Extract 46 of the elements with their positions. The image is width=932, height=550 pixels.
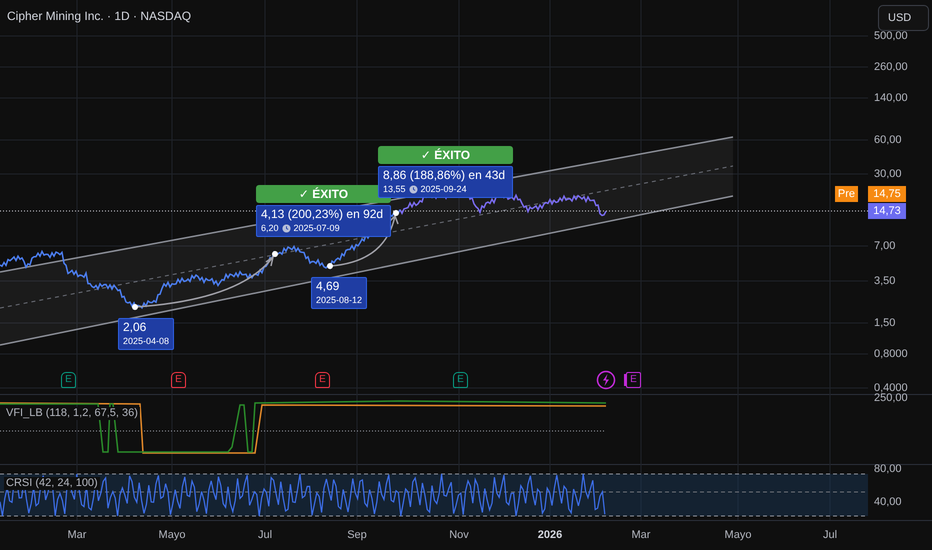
pivot-point: [393, 210, 399, 216]
indicator-axis-label: 250,00: [874, 392, 908, 405]
success-badge: ✓ ÉXITO: [378, 146, 513, 164]
time-axis-label: Nov: [448, 529, 470, 541]
time-axis-label: Mayo: [724, 529, 752, 541]
price-axis-label: 0,4000: [874, 381, 908, 394]
price-axis-label: 1,50: [874, 316, 896, 330]
premarket-price-tag: 14,75: [868, 186, 906, 202]
earnings-marker[interactable]: E: [171, 372, 186, 388]
price-axis-label: 0,8000: [874, 347, 908, 361]
indicator-axis-label: 80,00: [874, 462, 902, 476]
indicator-axis-label: 40,00: [874, 495, 902, 509]
indicator-label: CRSI (42, 24, 100): [4, 477, 100, 490]
time-axis-label: 2026: [536, 529, 564, 541]
time-axis-label: Mayo: [158, 529, 186, 541]
earnings-marker[interactable]: E: [453, 372, 468, 388]
time-axis-label: Jul: [256, 529, 274, 541]
time-axis-label: Mar: [66, 529, 88, 541]
currency-button[interactable]: USD: [878, 5, 929, 31]
time-axis-label: Sep: [346, 529, 368, 541]
price-axis-label: 30,00: [874, 167, 902, 181]
premarket-tag: Pre: [834, 186, 858, 202]
price-axis-label: 260,00: [874, 60, 908, 74]
earnings-marker[interactable]: E: [315, 372, 330, 388]
lightning-icon[interactable]: [596, 370, 616, 390]
upcoming-earnings-marker[interactable]: E: [626, 372, 641, 388]
price-label: 4,69 2025-08-12: [311, 277, 368, 309]
price-axis-label: 3,50: [874, 274, 896, 288]
indicator-label: VFI_LB (118, 1,2, 67,5, 36): [4, 407, 140, 420]
clock-icon: [282, 224, 291, 232]
price-axis-label: 140,00: [874, 91, 908, 105]
price-label: 2,06 2025-04-08: [118, 318, 174, 350]
symbol-title: Cipher Mining Inc. · 1D · NASDAQ: [7, 9, 192, 23]
pivot-point: [132, 304, 138, 310]
last-price-tag: 14,73: [868, 203, 906, 219]
clock-icon: [408, 184, 418, 194]
price-axis-label: 7,00: [874, 239, 896, 253]
time-axis-label: Mar: [630, 529, 652, 541]
pivot-point: [272, 251, 278, 257]
price-axis-label: 60,00: [874, 133, 902, 147]
target-label: 4,13 (200,23%) en 92d 6,20 2025-07-09: [256, 205, 391, 237]
earnings-marker[interactable]: E: [61, 372, 76, 388]
pivot-point: [327, 263, 333, 269]
price-axis-label: 500,00: [874, 29, 908, 43]
target-label: 8,86 (188,86%) en 43d 13,55 2025-09-24: [378, 166, 513, 198]
time-axis-label: Jul: [822, 529, 838, 541]
